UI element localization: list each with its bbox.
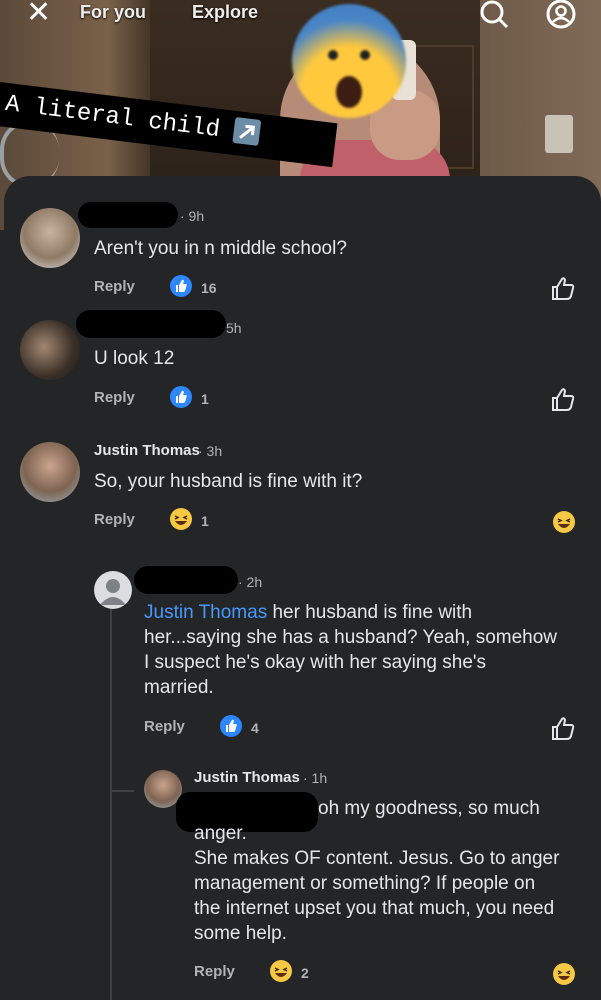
comment-time: · 9h — [180, 208, 205, 224]
haha-icon[interactable] — [553, 963, 575, 985]
thread-connector — [110, 790, 134, 792]
comment-text-line: some help. — [194, 923, 287, 944]
tab-for-you[interactable]: For you — [80, 2, 146, 23]
comment-time: · 1h — [303, 770, 328, 786]
reply-button[interactable]: Reply — [94, 389, 135, 406]
like-outline-icon[interactable] — [549, 386, 577, 414]
comment-text: So, your husband is fine with it? — [94, 471, 363, 492]
haha-icon — [170, 508, 192, 530]
comment-time: · 2h — [238, 574, 263, 590]
arrow-up-right-icon — [232, 116, 262, 146]
reply-button[interactable]: Reply — [94, 278, 135, 295]
comment-text: U look 12 — [94, 348, 175, 369]
tab-explore[interactable]: Explore — [192, 2, 258, 23]
search-icon[interactable] — [478, 0, 510, 32]
reply-button[interactable]: Reply — [94, 511, 135, 528]
haha-icon — [270, 960, 292, 982]
reaction-count: 16 — [201, 280, 217, 296]
comment-text-line: management or something? If people on — [194, 873, 536, 894]
comment-text-line: her husband is fine with — [267, 602, 473, 623]
like-outline-icon[interactable] — [549, 275, 577, 303]
redacted-author-name — [78, 202, 178, 228]
redacted-author-name — [76, 310, 226, 338]
comment-text-line: married. — [144, 677, 214, 698]
reaction-count: 4 — [251, 720, 259, 736]
photo-light-switch — [545, 115, 573, 153]
thread-line — [110, 608, 112, 1000]
emoji-eye-right — [360, 50, 370, 60]
reaction-count: 1 — [201, 513, 209, 529]
emoji-mouth — [336, 76, 362, 108]
default-avatar[interactable] — [94, 571, 132, 609]
profile-icon[interactable] — [545, 0, 577, 32]
haha-icon[interactable] — [553, 511, 575, 533]
reaction-count: 2 — [301, 965, 309, 981]
comment-time: · 3h — [198, 443, 223, 459]
like-icon — [220, 715, 242, 737]
comment-text-line: oh my goodness, so much — [318, 798, 540, 819]
close-icon[interactable]: ✕ — [26, 0, 51, 28]
comment-text-line: her...saying she has a husband? Yeah, so… — [144, 627, 558, 648]
comment-text: anger. She makes OF content. Jesus. Go t… — [194, 821, 594, 946]
comment-text: Justin Thomas her husband is fine with h… — [144, 600, 594, 700]
avatar[interactable] — [20, 208, 80, 268]
redacted-author-name — [134, 566, 238, 594]
mention-link[interactable]: Justin Thomas — [144, 602, 267, 623]
like-icon — [170, 386, 192, 408]
like-outline-icon[interactable] — [549, 715, 577, 743]
reply-button[interactable]: Reply — [144, 718, 185, 735]
emoji-eye-left — [328, 50, 338, 60]
avatar[interactable] — [20, 442, 80, 502]
reaction-count: 1 — [201, 391, 209, 407]
comment-text-line: I suspect he's okay with her saying she'… — [144, 652, 487, 673]
comment-time: 5h — [226, 320, 242, 336]
comment-author[interactable]: Justin Thomas — [194, 769, 300, 786]
reply-button[interactable]: Reply — [194, 963, 235, 980]
comment-text-line: She makes OF content. Jesus. Go to anger — [194, 848, 560, 869]
top-navigation: ✕ For you Explore — [0, 0, 601, 29]
comment-text-line: anger. — [194, 823, 247, 844]
like-icon — [170, 275, 192, 297]
avatar[interactable] — [20, 320, 80, 380]
comment-text: Aren't you in n middle school? — [94, 238, 347, 259]
comment-author[interactable]: Justin Thomas — [94, 442, 200, 459]
comment-text-line: the internet upset you that much, you ne… — [194, 898, 555, 919]
